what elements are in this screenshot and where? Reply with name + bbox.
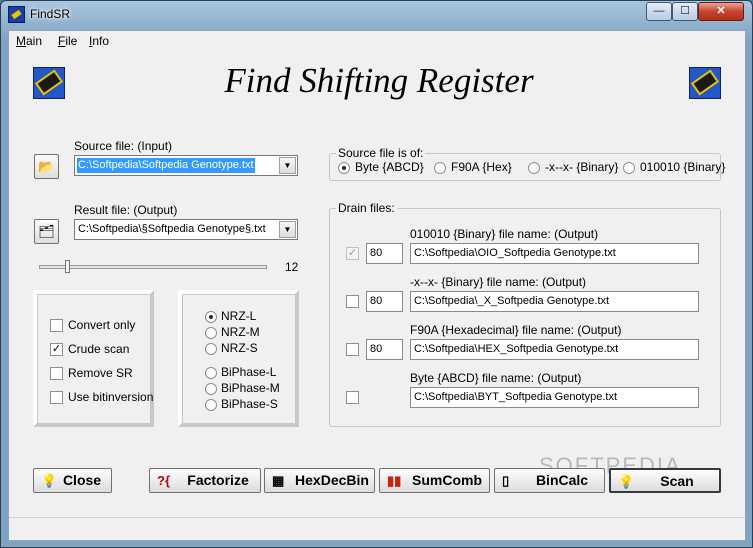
f90a-hex-label: F90A {Hex} <box>451 160 512 174</box>
remove-sr-checkbox[interactable] <box>50 367 63 380</box>
biphase-l-label: BiPhase-L <box>221 365 277 379</box>
close-button-label: Close <box>62 472 102 488</box>
pocket-calculator-icon: ▯ <box>502 473 510 488</box>
byte-abcd-radio[interactable] <box>338 162 350 174</box>
chevron-down-icon[interactable]: ▼ <box>279 221 296 238</box>
chip-icon <box>33 67 65 99</box>
drain-row-label: F90A {Hexadecimal} file name: (Output) <box>410 323 622 337</box>
drain-path-x-binary[interactable]: C:\Softpedia\_X_Softpedia Genotype.txt <box>410 291 699 312</box>
close-button[interactable]: 💡 Close <box>33 468 112 493</box>
nrz-l-label: NRZ-L <box>221 309 257 323</box>
folder-open-icon: 📂 <box>38 159 55 174</box>
biphase-m-label: BiPhase-M <box>221 381 280 395</box>
bars-icon: ▮▮ <box>387 473 402 488</box>
drain-files-group: Drain files: 010010 {Binary} file name: … <box>329 201 721 427</box>
slider-value: 12 <box>285 260 299 274</box>
drain-count-hex[interactable]: 80 <box>366 339 403 360</box>
drain-checkbox-byte[interactable] <box>346 391 359 404</box>
x-binary-label: -x--x- {Binary} <box>545 160 619 174</box>
drain-row-label: -x--x- {Binary} file name: (Output) <box>410 275 587 289</box>
factorize-icon: ?{ <box>157 473 170 488</box>
sumcomb-button-label: SumComb <box>412 472 482 488</box>
folder-save-icon: 🗂 <box>38 224 55 239</box>
use-bitinversion-checkbox[interactable] <box>50 391 63 404</box>
encoding-panel: NRZ-L NRZ-M NRZ-S BiPhase-L BiPhase-M Bi… <box>178 290 299 427</box>
bincalc-button-label: BinCalc <box>535 472 589 488</box>
lightbulb-on-icon: 💡 <box>618 474 635 489</box>
biphase-s-radio[interactable] <box>205 399 217 411</box>
sumcomb-button[interactable]: ▮▮ SumComb <box>379 468 490 493</box>
menu-info[interactable]: Info <box>89 34 109 48</box>
drain-path-010010[interactable]: C:\Softpedia\OIO_Softpedia Genotype.txt <box>410 243 699 264</box>
nrz-l-radio[interactable] <box>205 311 217 323</box>
hexdecbin-button[interactable]: ▦ HexDecBin <box>264 468 375 493</box>
nrz-m-label: NRZ-M <box>221 325 260 339</box>
source-type-title: Source file is of: <box>336 146 426 160</box>
drain-count-010010[interactable]: 80 <box>366 243 403 264</box>
nrz-s-label: NRZ-S <box>221 341 258 355</box>
slider-thumb[interactable] <box>65 260 70 273</box>
drain-checkbox-hex[interactable] <box>346 343 359 356</box>
remove-sr-label: Remove SR <box>68 366 133 380</box>
convert-only-checkbox[interactable] <box>50 319 63 332</box>
x-binary-radio[interactable] <box>528 162 540 174</box>
options-panel: Convert only ✓ Crude scan Remove SR Use … <box>33 290 154 427</box>
drain-row-label: Byte {ABCD} file name: (Output) <box>410 371 582 385</box>
drain-count-x-binary[interactable]: 80 <box>366 291 403 312</box>
app-window: FindSR — ☐ ✕ Main File Info Find Shiftin… <box>0 0 753 548</box>
drain-checkbox-010010[interactable]: ✓ <box>346 247 359 260</box>
use-bitinversion-label: Use bitinversion <box>68 390 154 404</box>
close-window-button[interactable]: ✕ <box>698 2 744 21</box>
drain-path-hex[interactable]: C:\Softpedia\HEX_Softpedia Genotype.txt <box>410 339 699 360</box>
menu-main[interactable]: Main <box>16 34 42 48</box>
minimize-button[interactable]: — <box>646 2 672 21</box>
nrz-s-radio[interactable] <box>205 343 217 355</box>
page-title: Find Shifting Register <box>224 61 534 100</box>
open-source-button[interactable]: 📂 <box>34 154 59 179</box>
slider-track[interactable] <box>39 265 267 269</box>
drain-files-title: Drain files: <box>336 201 397 215</box>
drain-row-label: 010010 {Binary} file name: (Output) <box>410 227 599 241</box>
scan-button-label: Scan <box>660 473 694 489</box>
factorize-button-label: Factorize <box>187 472 249 488</box>
drain-path-byte[interactable]: C:\Softpedia\BYT_Softpedia Genotype.txt <box>410 387 699 408</box>
title-bar[interactable]: FindSR — ☐ ✕ <box>1 1 752 29</box>
biphase-l-radio[interactable] <box>205 367 217 379</box>
bincalc-button[interactable]: ▯ BinCalc <box>494 468 605 493</box>
f90a-hex-radio[interactable] <box>434 162 446 174</box>
result-file-label: Result file: (Output) <box>74 203 178 217</box>
scan-button[interactable]: 💡 Scan <box>609 468 721 493</box>
drain-checkbox-x-binary[interactable] <box>346 295 359 308</box>
source-file-value: C:\Softpedia\Softpedia Genotype.txt <box>77 158 255 173</box>
result-file-value: C:\Softpedia\§Softpedia Genotype§.txt <box>78 223 266 235</box>
source-type-group: Source file is of: Byte {ABCD} F90A {Hex… <box>329 146 725 181</box>
menu-bar: Main File Info <box>9 31 745 51</box>
calculator-icon: ▦ <box>272 473 285 488</box>
factorize-button[interactable]: ?{ Factorize <box>149 468 261 493</box>
crude-scan-checkbox[interactable]: ✓ <box>50 343 63 356</box>
chevron-down-icon[interactable]: ▼ <box>279 157 296 174</box>
menu-file[interactable]: File <box>58 34 77 48</box>
biphase-m-radio[interactable] <box>205 383 217 395</box>
maximize-button[interactable]: ☐ <box>672 2 698 21</box>
source-file-combo[interactable]: C:\Softpedia\Softpedia Genotype.txt ▼ <box>74 155 298 176</box>
biphase-s-label: BiPhase-S <box>221 397 278 411</box>
crude-scan-label: Crude scan <box>68 342 130 356</box>
convert-only-label: Convert only <box>68 318 136 332</box>
status-bar <box>9 517 745 540</box>
client-area: Main File Info Find Shifting Register So… <box>8 30 746 541</box>
nrz-m-radio[interactable] <box>205 327 217 339</box>
source-file-label: Source file: (Input) <box>74 139 173 153</box>
window-title: FindSR <box>30 7 71 21</box>
app-icon <box>8 6 25 23</box>
hexdecbin-button-label: HexDecBin <box>295 472 369 488</box>
010010-binary-label: 010010 {Binary} <box>640 160 726 174</box>
result-file-combo[interactable]: C:\Softpedia\§Softpedia Genotype§.txt ▼ <box>74 219 298 240</box>
010010-binary-radio[interactable] <box>623 162 635 174</box>
save-result-button[interactable]: 🗂 <box>34 219 59 244</box>
byte-abcd-label: Byte {ABCD} <box>355 160 424 174</box>
chip-icon-right <box>689 67 721 99</box>
